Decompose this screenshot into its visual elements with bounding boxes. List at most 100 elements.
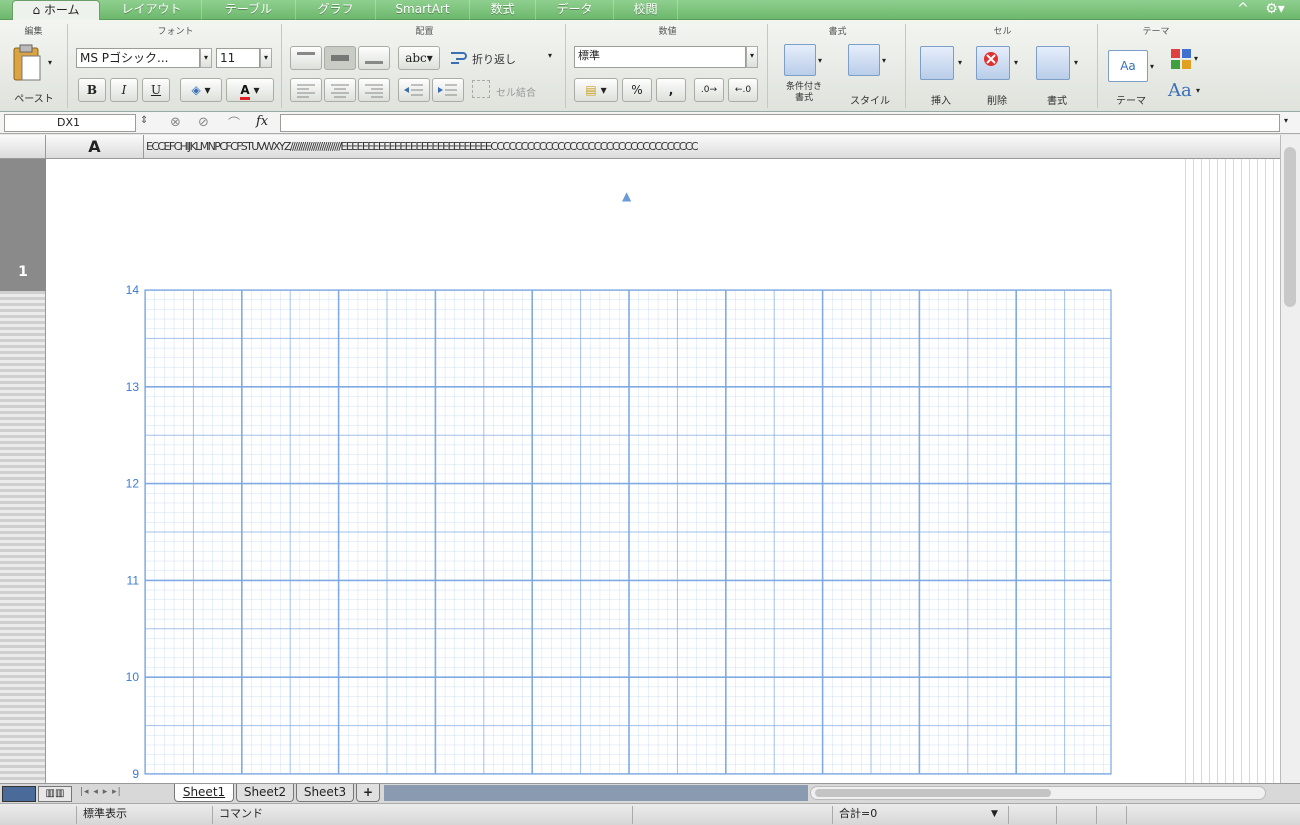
- horizontal-scroll-thumb[interactable]: [815, 789, 1051, 797]
- worksheet-page[interactable]: ▲ 14 13 12 11 10 9: [46, 159, 1178, 783]
- align-top-icon[interactable]: [290, 46, 322, 70]
- delete-button[interactable]: 削除: [972, 92, 1022, 107]
- tab-home[interactable]: ⌂ ホーム: [12, 0, 100, 21]
- insert-cells-icon[interactable]: [920, 46, 954, 80]
- currency-button[interactable]: ▤ ▾: [574, 78, 618, 102]
- comma-button[interactable]: ,: [656, 78, 686, 102]
- align-left-icon[interactable]: [290, 78, 322, 102]
- italic-button[interactable]: I: [110, 78, 138, 102]
- column-letters-strip[interactable]: ECCEFCHIJKLMNPCFCFSTUVWXYZ//////////////…: [146, 135, 1278, 159]
- number-format-dropdown-icon[interactable]: ▾: [746, 46, 758, 68]
- number-format-field[interactable]: 標準: [574, 46, 746, 68]
- sum-dropdown-icon: ▼: [991, 809, 998, 819]
- status-mode: コマンド: [212, 806, 632, 824]
- font-color-button[interactable]: A ▾: [226, 78, 274, 102]
- y-tick-label: 12: [126, 477, 140, 491]
- graph-paper-chart: 14 13 12 11 10 9: [126, 283, 1112, 781]
- enter-icon[interactable]: ⊘: [198, 115, 209, 130]
- add-sheet-button[interactable]: +: [356, 784, 380, 802]
- tab-chart[interactable]: グラフ: [296, 0, 376, 20]
- name-box[interactable]: DX1: [4, 114, 136, 132]
- themes-icon[interactable]: Aa: [1108, 50, 1148, 82]
- theme-fonts-dropdown-icon[interactable]: ▾: [1196, 86, 1200, 95]
- formula-input[interactable]: [280, 114, 1280, 132]
- name-box-stepper-icon[interactable]: ⇕: [140, 115, 148, 126]
- tab-review[interactable]: 校閲: [614, 0, 678, 20]
- paste-dropdown-icon[interactable]: ▾: [48, 58, 52, 67]
- normal-view-button[interactable]: [2, 786, 36, 802]
- conditional-format-dropdown-icon[interactable]: ▾: [818, 56, 822, 65]
- cell-style-icon[interactable]: [848, 44, 880, 76]
- theme-fonts-button[interactable]: Aa: [1168, 80, 1192, 101]
- merge-cells-button[interactable]: セル結合: [496, 84, 536, 99]
- merge-cells-icon: [472, 80, 490, 98]
- tab-layout[interactable]: レイアウト: [102, 0, 202, 20]
- insert-button[interactable]: 挿入: [916, 92, 966, 107]
- fill-color-button[interactable]: ◈ ▾: [180, 78, 222, 102]
- status-blank-2: [1008, 806, 1056, 824]
- collapse-ribbon-icon[interactable]: ^: [1232, 0, 1254, 20]
- select-all-corner[interactable]: [0, 135, 46, 159]
- themes-button[interactable]: テーマ: [1106, 92, 1156, 107]
- gear-icon[interactable]: ⚙▾: [1258, 0, 1292, 20]
- vertical-scroll-thumb[interactable]: [1284, 147, 1296, 307]
- bold-button[interactable]: B: [78, 78, 106, 102]
- percent-button[interactable]: %: [622, 78, 652, 102]
- fx-button[interactable]: fx: [256, 114, 268, 129]
- page-layout-view-button[interactable]: ▥▥: [38, 786, 72, 802]
- tab-table[interactable]: テーブル: [202, 0, 296, 20]
- wrap-text-button[interactable]: 折り返し: [472, 51, 516, 67]
- delete-cells-icon[interactable]: [976, 46, 1010, 80]
- group-font: フォント MS Pゴシック... ▾ 11 ▾ B I U ◈ ▾ A ▾: [70, 24, 282, 108]
- underline-button[interactable]: U: [142, 78, 170, 102]
- format-dropdown-icon[interactable]: ▾: [1074, 58, 1078, 67]
- cell-style-dropdown-icon[interactable]: ▾: [882, 56, 886, 65]
- delete-dropdown-icon[interactable]: ▾: [1014, 58, 1018, 67]
- vertical-scrollbar[interactable]: [1280, 135, 1300, 783]
- font-size-dropdown-icon[interactable]: ▾: [260, 48, 272, 68]
- increase-indent-icon[interactable]: [432, 78, 464, 102]
- wrap-dropdown-icon[interactable]: ▾: [548, 51, 552, 60]
- insert-dropdown-icon[interactable]: ▾: [958, 58, 962, 67]
- format-button[interactable]: 書式: [1032, 92, 1082, 107]
- status-sum-dropdown[interactable]: 合計=0 ▼: [832, 806, 1008, 824]
- sheet-tab-2[interactable]: Sheet2: [236, 784, 294, 802]
- sheet-tab-3[interactable]: Sheet3: [296, 784, 354, 802]
- themes-dropdown-icon[interactable]: ▾: [1150, 62, 1154, 71]
- format-cells-icon[interactable]: [1036, 46, 1070, 80]
- tab-formulas[interactable]: 数式: [470, 0, 536, 20]
- cancel-icon[interactable]: ⊗: [170, 115, 181, 130]
- decrease-decimal-icon[interactable]: ←.0: [728, 78, 758, 102]
- paste-label: ペースト: [14, 94, 54, 105]
- orientation-button[interactable]: abc▾: [398, 46, 440, 70]
- formula-expand-icon[interactable]: ▾: [1284, 116, 1288, 125]
- cell-style-button[interactable]: スタイル: [840, 92, 900, 107]
- function-wizard-icon[interactable]: ⌒: [228, 114, 240, 131]
- column-a-header[interactable]: A: [46, 135, 144, 159]
- sheet-nav-arrows-icon[interactable]: |◂ ◂ ▸ ▸|: [80, 787, 122, 797]
- align-center-icon[interactable]: [324, 78, 356, 102]
- tab-smartart[interactable]: SmartArt: [376, 0, 470, 20]
- tab-area-fill: [384, 785, 808, 801]
- font-name-dropdown-icon[interactable]: ▾: [200, 48, 212, 68]
- paste-icon[interactable]: [10, 44, 44, 84]
- conditional-format-icon[interactable]: [784, 44, 816, 76]
- status-blank-4: [1096, 806, 1126, 824]
- conditional-format-button[interactable]: 条件付き 書式: [774, 82, 834, 104]
- group-theme-label: テーマ: [1142, 27, 1170, 37]
- align-right-icon[interactable]: [358, 78, 390, 102]
- row-1-header[interactable]: 1: [0, 159, 46, 291]
- sheet-tab-1[interactable]: Sheet1: [174, 784, 234, 802]
- offpage-columns[interactable]: [1178, 159, 1280, 783]
- theme-colors-icon[interactable]: [1170, 48, 1192, 70]
- theme-colors-dropdown-icon[interactable]: ▾: [1194, 54, 1198, 63]
- increase-decimal-icon[interactable]: .0→: [694, 78, 724, 102]
- decrease-indent-icon[interactable]: [398, 78, 430, 102]
- sheet-tab-bar: ▥▥ |◂ ◂ ▸ ▸| Sheet1 Sheet2 Sheet3 +: [0, 783, 1300, 803]
- align-bottom-icon[interactable]: [358, 46, 390, 70]
- horizontal-scrollbar[interactable]: [810, 786, 1266, 800]
- font-name-field[interactable]: MS Pゴシック...: [76, 48, 200, 68]
- align-middle-icon[interactable]: [324, 46, 356, 70]
- font-size-field[interactable]: 11: [216, 48, 260, 68]
- tab-data[interactable]: データ: [536, 0, 614, 20]
